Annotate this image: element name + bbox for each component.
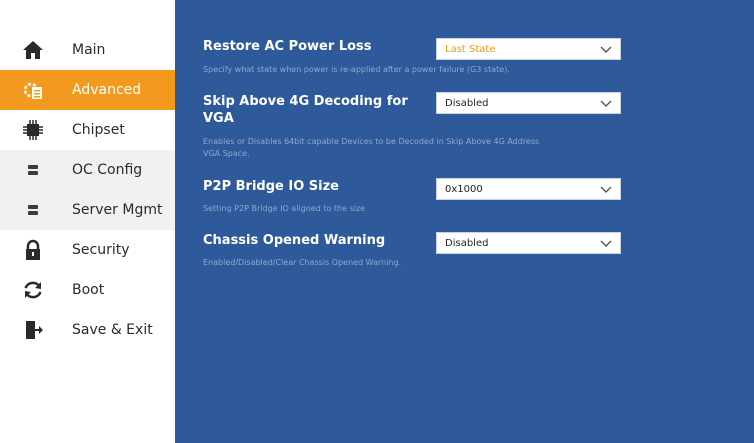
sidebar: Main Advanced Chipset OC Config Server M… [0, 0, 175, 443]
sidebar-item-label: Chipset [72, 122, 125, 138]
skip-above-4g-decoding-select[interactable]: Disabled [436, 92, 621, 114]
chip-icon [23, 120, 43, 140]
sidebar-item-label: Advanced [72, 82, 142, 98]
lock-icon [26, 239, 40, 260]
sidebar-item-label: Save & Exit [72, 322, 153, 338]
sidebar-item-label: Boot [72, 282, 105, 298]
gear-doc-icon [23, 82, 42, 99]
setting-title-p2p-bridge-io-size: P2P Bridge IO Size [203, 179, 339, 194]
sidebar-item-label: Server Mgmt [72, 202, 163, 218]
sidebar-item-chipset[interactable]: Chipset [0, 110, 175, 150]
setting-desc-restore-ac-power-loss: Specify what state when power is re-appl… [203, 65, 510, 74]
sidebar-item-label: OC Config [72, 162, 143, 178]
select-value: 0x1000 [445, 184, 483, 195]
select-value: Last State [445, 44, 496, 55]
server-icon [28, 165, 38, 175]
sidebar-item-label: Security [72, 242, 130, 258]
sidebar-item-save-exit[interactable]: Save & Exit [0, 310, 175, 350]
sidebar-item-boot[interactable]: Boot [0, 270, 175, 310]
sidebar-item-oc-config[interactable]: OC Config [0, 150, 175, 190]
sidebar-item-main[interactable]: Main [0, 30, 175, 70]
setting-desc-chassis-opened-warning: Enabled/Disabled/Clear Chassis Opened Wa… [203, 258, 402, 267]
sidebar-item-label: Main [72, 42, 106, 58]
setting-desc-skip-above-4g-line2: VGA Space. [203, 149, 250, 158]
chevron-down-icon [600, 100, 612, 107]
server-icon [28, 205, 38, 215]
bios-setup-window: Main Advanced Chipset OC Config Server M… [0, 0, 754, 443]
chassis-opened-warning-select[interactable]: Disabled [436, 232, 621, 254]
exit-door-icon [26, 321, 43, 339]
select-value: Disabled [445, 98, 489, 109]
setting-title-skip-above-4g-line2: VGA [203, 111, 234, 126]
p2p-bridge-io-size-select[interactable]: 0x1000 [436, 178, 621, 200]
sidebar-item-security[interactable]: Security [0, 230, 175, 270]
chevron-down-icon [600, 240, 612, 247]
setting-desc-p2p-bridge-io-size: Setting P2P Bridge IO aligned to the siz… [203, 204, 366, 213]
refresh-icon [24, 281, 42, 299]
chevron-down-icon [600, 46, 612, 53]
setting-title-chassis-opened-warning: Chassis Opened Warning [203, 233, 386, 248]
setting-title-restore-ac-power-loss: Restore AC Power Loss [203, 39, 372, 54]
select-value: Disabled [445, 238, 489, 249]
sidebar-item-advanced[interactable]: Advanced [0, 70, 175, 110]
restore-ac-power-loss-select[interactable]: Last State [436, 38, 621, 60]
setting-title-skip-above-4g-line1: Skip Above 4G Decoding for [203, 94, 408, 109]
sidebar-item-server-mgmt[interactable]: Server Mgmt [0, 190, 175, 230]
chevron-down-icon [600, 186, 612, 193]
setting-desc-skip-above-4g-line1: Enables or Disables 64bit capable Device… [203, 137, 540, 146]
home-icon [23, 41, 43, 59]
settings-panel: Restore AC Power Loss Last State Specify… [175, 0, 754, 443]
